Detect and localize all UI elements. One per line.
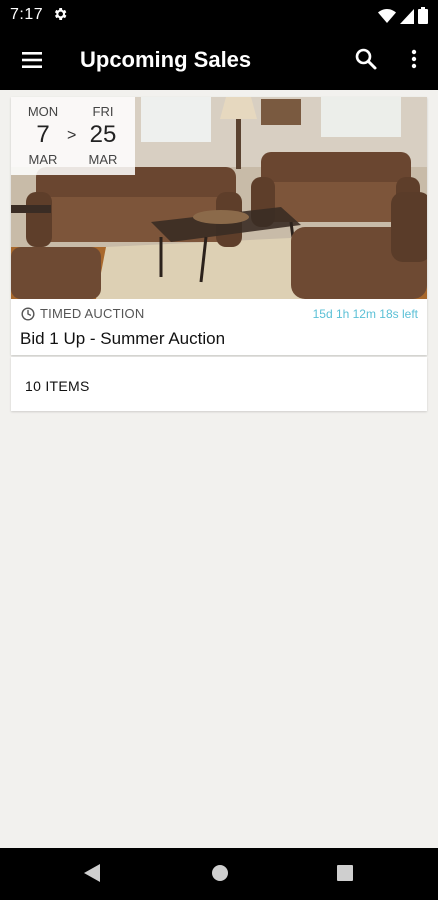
more-options-icon[interactable] [402, 47, 426, 71]
end-date: FRI 25 MAR [83, 104, 123, 167]
end-month: MAR [88, 152, 118, 167]
auction-type-label: TIMED AUCTION [40, 306, 145, 321]
end-day: 25 [89, 121, 117, 148]
auction-type: TIMED AUCTION [21, 306, 144, 321]
start-weekday: MON [27, 104, 59, 119]
menu-icon[interactable] [20, 48, 44, 72]
battery-icon [418, 7, 428, 24]
wifi-icon [378, 8, 396, 23]
status-time: 7:17 [10, 6, 44, 23]
sale-date-range: MON 7 MAR > FRI 25 MAR [11, 97, 135, 175]
items-count: 10 ITEMS [25, 378, 90, 394]
date-arrow: > [67, 127, 77, 144]
settings-gear-icon [54, 8, 67, 20]
end-weekday: FRI [92, 104, 114, 119]
sale-items-row[interactable]: 10 ITEMS [11, 357, 427, 411]
start-day: 7 [36, 121, 50, 148]
sale-title[interactable]: Bid 1 Up - Summer Auction [20, 329, 225, 349]
signal-icon [400, 8, 414, 24]
page-title: Upcoming Sales [80, 47, 252, 72]
app-bar: Upcoming Sales [0, 30, 438, 90]
start-month: MAR [28, 152, 58, 167]
start-date: MON 7 MAR [23, 104, 63, 167]
system-nav-bar [0, 848, 438, 900]
clock-icon [21, 306, 35, 321]
back-icon[interactable] [84, 864, 100, 882]
time-left: 15d 1h 12m 18s left [312, 307, 418, 321]
recents-icon[interactable] [337, 865, 353, 881]
status-bar: 7:17 [0, 0, 438, 30]
sale-card[interactable]: MON 7 MAR > FRI 25 MAR TIMED AUCTION 15d… [11, 97, 427, 355]
home-icon[interactable] [212, 865, 228, 881]
search-icon[interactable] [354, 47, 378, 71]
